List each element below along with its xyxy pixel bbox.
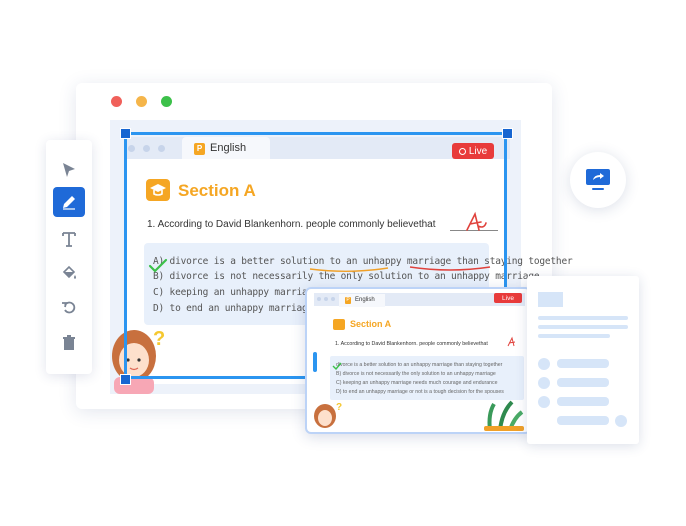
tablet-side-button	[313, 352, 317, 372]
doc-item	[557, 359, 609, 368]
doc-bullet	[538, 396, 550, 408]
trash-icon	[63, 335, 75, 350]
select-tool[interactable]	[53, 155, 85, 185]
handwritten-a-mark	[507, 336, 516, 347]
doc-item	[557, 397, 609, 406]
doc-bullet	[538, 358, 550, 370]
plant-illustration	[484, 400, 524, 431]
tablet-live-label: Live	[502, 294, 514, 302]
check-mark-icon	[332, 362, 342, 370]
doc-line	[538, 316, 628, 320]
delete-tool[interactable]	[53, 328, 85, 358]
tablet-tab-english[interactable]: P English	[339, 294, 385, 307]
doc-thumbnail	[538, 292, 563, 307]
doc-bullet	[538, 377, 550, 389]
tablet-question-text: 1. According to David Blankenhorn. peopl…	[335, 341, 488, 347]
pen-tool[interactable]	[53, 187, 85, 217]
paint-bucket-icon	[62, 265, 76, 279]
fill-tool[interactable]	[53, 258, 85, 288]
resize-handle-top-left[interactable]	[120, 128, 131, 139]
doc-bullet	[615, 415, 627, 427]
minimize-window-dot[interactable]	[136, 96, 147, 107]
tablet-answer-c: C) keeping an unhappy marriage needs muc…	[336, 380, 498, 386]
tablet-section-title: Section A	[350, 319, 392, 329]
tab-dot	[317, 297, 321, 301]
resize-handle-bottom-left[interactable]	[120, 374, 131, 385]
text-icon	[62, 232, 76, 247]
tablet-tab-label: English	[355, 297, 375, 303]
tab-dot	[324, 297, 328, 301]
undo-icon	[62, 301, 76, 314]
course-icon: P	[345, 297, 351, 304]
tablet-answer-b: B) divorce is not necessarily the only s…	[336, 371, 496, 377]
cursor-icon	[63, 163, 75, 177]
pen-icon	[63, 196, 75, 210]
close-window-dot[interactable]	[111, 96, 122, 107]
resize-handle-top-right[interactable]	[502, 128, 513, 139]
question-mark-icon: ?	[336, 402, 343, 413]
tablet-answer-a: divorce is a better solution to an unhap…	[336, 362, 503, 368]
screen-share-icon	[586, 169, 610, 190]
doc-item	[557, 378, 609, 387]
tab-dot	[331, 297, 335, 301]
screen-share-button[interactable]	[570, 152, 626, 208]
doc-line	[538, 334, 610, 338]
tablet-answer-d: D) to end an unhappy marriage or not is …	[336, 389, 504, 395]
undo-tool[interactable]	[53, 292, 85, 322]
graduation-cap-icon	[333, 319, 345, 330]
maximize-window-dot[interactable]	[161, 96, 172, 107]
doc-item	[557, 416, 609, 425]
doc-line	[538, 325, 628, 329]
text-tool[interactable]	[53, 224, 85, 254]
tablet-live-badge[interactable]: Live	[494, 293, 522, 303]
